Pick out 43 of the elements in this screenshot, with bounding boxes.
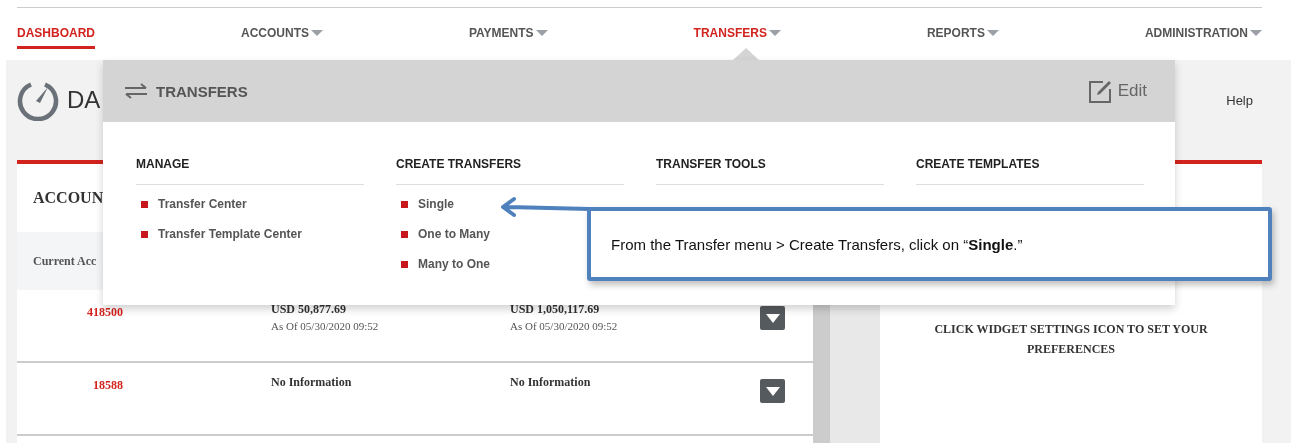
bullet-icon [141,230,148,238]
menu-heading: CREATE TRANSFERS [396,157,624,185]
menu-link[interactable]: Many to One [418,257,490,271]
bullet-icon [401,230,408,238]
caret-icon [765,313,780,323]
bullet-icon [401,200,408,208]
help-link[interactable]: Help [1226,92,1253,108]
bullet-icon [401,260,408,268]
nav-tab[interactable]: ADMINISTRATION [1144,8,1262,49]
account-link[interactable]: 18588 [93,378,123,392]
balance: No Information [510,375,592,390]
nav-tab[interactable]: REPORTS [926,8,999,49]
scrollbar[interactable] [813,305,830,443]
bullet-icon [141,200,148,208]
nav-tab[interactable]: TRANSFERS [693,8,781,49]
widget-message: CLICK WIDGET SETTINGS ICON TO SET YOUR PREFERENCES [933,321,1209,358]
balance: No Information [271,375,353,390]
widget-title: ACCOUN [33,189,104,207]
dropdown-button[interactable] [760,379,785,403]
menu-link[interactable]: One to Many [418,227,490,241]
nav-tab[interactable]: PAYMENTS [468,8,548,49]
as-of-date: As Of 05/30/2020 09:52 [271,320,380,332]
menu-link[interactable]: Transfer Center [158,197,247,211]
as-of-date: As Of 05/30/2020 09:52 [510,320,619,332]
callout-text: From the Transfer menu > Create Transfers, click on “Single.” [611,235,1023,253]
account-link[interactable]: 418500 [87,305,123,319]
menu-heading: TRANSFER TOOLS [656,157,884,185]
menu-link[interactable]: Single [418,197,454,211]
dropdown-button[interactable] [760,306,785,330]
transfer-arrows-icon [124,83,148,99]
menu-link[interactable]: Transfer Template Center [158,227,302,241]
edit-icon [1088,79,1112,103]
menu-title: TRANSFERS [156,82,248,100]
nav-tab[interactable]: DASHBOARD [17,8,95,49]
menu-heading: MANAGE [136,157,364,185]
page-title: DA [67,86,101,114]
balance: USD 1,050,117.69 [510,302,601,317]
caret-icon [765,386,780,396]
balance: USD 50,877.69 [271,302,347,317]
column-header: Current Acc [33,253,97,269]
edit-button[interactable]: Edit [1088,79,1147,103]
menu-heading: CREATE TEMPLATES [916,157,1144,185]
nav-tab[interactable]: ACCOUNTS [240,8,323,49]
